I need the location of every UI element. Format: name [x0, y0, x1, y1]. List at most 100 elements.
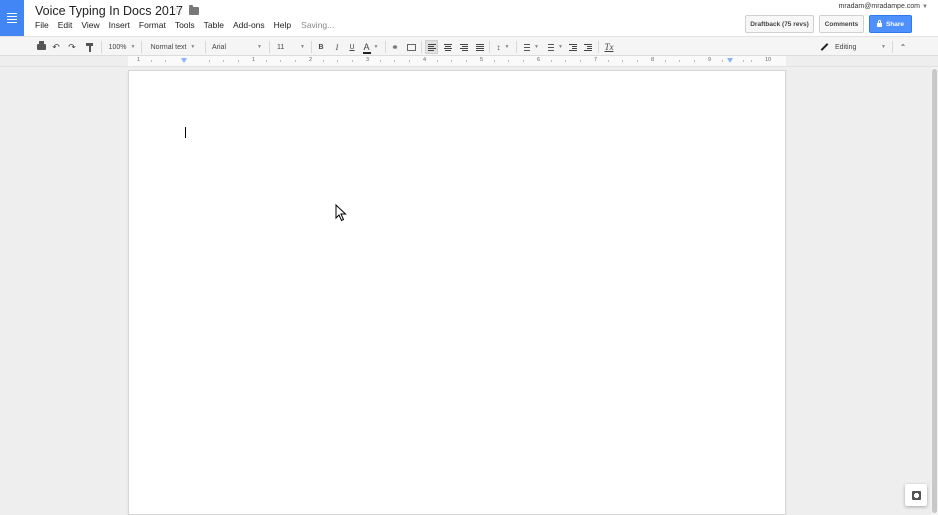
ruler-tick: [743, 60, 744, 62]
ruler-number: 8: [651, 57, 655, 63]
menu-insert[interactable]: Insert: [109, 20, 130, 30]
menu-table[interactable]: Table: [204, 20, 224, 30]
ruler-tick: [565, 60, 566, 62]
style-select[interactable]: Normal text ▼: [145, 40, 201, 54]
bold-button[interactable]: B: [316, 40, 326, 54]
ruler-tick: [451, 60, 452, 62]
text-color-button[interactable]: A ▼: [361, 40, 381, 54]
ruler-tick: [694, 60, 695, 62]
menu-view[interactable]: View: [81, 20, 99, 30]
redo-icon[interactable]: ↷: [67, 40, 77, 54]
explore-icon: [911, 490, 921, 500]
bulleted-list-icon[interactable]: ▼: [543, 40, 565, 54]
chevron-down-icon: ▼: [881, 44, 886, 50]
font-size-select[interactable]: 11 ▼: [273, 40, 309, 54]
menu-addons[interactable]: Add-ons: [233, 20, 265, 30]
ruler-tick: [551, 60, 552, 62]
menu-tools[interactable]: Tools: [175, 20, 195, 30]
docs-logo-icon[interactable]: [0, 0, 24, 36]
toolbar-divider: [205, 41, 206, 53]
decrease-indent-icon[interactable]: [567, 40, 578, 54]
ruler-tick: [637, 60, 638, 62]
right-indent-marker[interactable]: [727, 58, 733, 63]
align-left-icon[interactable]: [425, 40, 438, 54]
toolbar-divider: [892, 41, 893, 53]
left-indent-marker[interactable]: [181, 58, 187, 63]
ruler-tick: [466, 60, 467, 62]
clear-formatting-icon[interactable]: Tx: [602, 40, 616, 54]
share-button[interactable]: Share: [869, 15, 912, 33]
chevron-down-icon: ▼: [504, 44, 510, 50]
chevron-down-icon: ▼: [558, 44, 563, 50]
vertical-scrollbar[interactable]: [931, 67, 938, 515]
increase-indent-icon[interactable]: [582, 40, 593, 54]
zoom-select[interactable]: 100% ▼: [105, 40, 139, 54]
document-page[interactable]: [128, 70, 786, 515]
toolbar-divider: [598, 41, 599, 53]
zoom-value: 100%: [108, 43, 127, 51]
toolbar-divider: [269, 41, 270, 53]
star-icon[interactable]: ☆: [173, 3, 184, 17]
menu-file[interactable]: File: [35, 20, 49, 30]
ruler-tick: [508, 60, 509, 62]
ruler-tick: [151, 60, 152, 62]
ruler-number: 9: [708, 57, 712, 63]
font-size-value: 11: [277, 43, 285, 51]
ruler-tick: [437, 60, 438, 62]
chevron-down-icon: ▼: [257, 44, 262, 50]
pencil-icon: [820, 43, 828, 51]
toolbar-divider: [421, 41, 422, 53]
style-value: Normal text: [150, 43, 187, 51]
align-center-icon[interactable]: [442, 40, 453, 54]
scrollbar-thumb[interactable]: [932, 69, 937, 513]
header: Voice Typing In Docs 2017 ☆ File Edit Vi…: [0, 0, 938, 36]
paint-format-icon[interactable]: [84, 40, 94, 54]
ruler-tick: [394, 60, 395, 62]
ruler-tick: [722, 60, 723, 62]
menu-bar: File Edit View Insert Format Tools Table…: [35, 20, 343, 30]
ruler-tick: [165, 60, 166, 62]
toolbar-divider: [141, 41, 142, 53]
justify-icon[interactable]: [474, 40, 485, 54]
ruler-number: 1: [137, 57, 141, 63]
menu-format[interactable]: Format: [139, 20, 166, 30]
numbered-list-icon[interactable]: ▼: [520, 40, 540, 54]
link-icon[interactable]: ⚭: [389, 40, 401, 54]
toolbar-divider: [385, 41, 386, 53]
font-select[interactable]: Arial ▼: [209, 40, 265, 54]
save-status: Saving...: [301, 20, 335, 30]
ruler-tick: [622, 60, 623, 62]
ruler-tick: [580, 60, 581, 62]
collapse-icon[interactable]: ⌃: [898, 40, 908, 54]
lock-icon: [876, 20, 882, 27]
account-caret-icon[interactable]: ▼: [922, 4, 928, 10]
editing-mode-label: Editing: [835, 43, 857, 51]
italic-button[interactable]: I: [332, 40, 342, 54]
chevron-down-icon: ▼: [300, 44, 305, 50]
ruler-number: 6: [537, 57, 541, 63]
ruler-tick: [494, 60, 495, 62]
ruler-tick: [665, 60, 666, 62]
folder-icon[interactable]: [189, 5, 199, 15]
align-right-icon[interactable]: [458, 40, 469, 54]
comment-icon[interactable]: [406, 40, 417, 54]
editing-mode-select[interactable]: Editing ▼: [818, 40, 888, 54]
comments-button[interactable]: Comments: [819, 15, 864, 33]
menu-edit[interactable]: Edit: [58, 20, 73, 30]
line-spacing-icon[interactable]: ↕ ▼: [493, 40, 513, 54]
toolbar-divider: [311, 41, 312, 53]
ruler-tick: [266, 60, 267, 62]
undo-icon[interactable]: ↶: [51, 40, 61, 54]
document-title[interactable]: Voice Typing In Docs 2017: [35, 4, 183, 18]
menu-help[interactable]: Help: [274, 20, 291, 30]
ruler-tick: [751, 60, 752, 62]
draftback-button[interactable]: Draftback (75 revs): [745, 15, 814, 33]
ruler-tick: [337, 60, 338, 62]
account-email[interactable]: mradam@mradampe.com: [839, 3, 920, 10]
mouse-pointer-icon: [335, 204, 347, 222]
explore-button[interactable]: [905, 484, 927, 506]
ruler-number: 1: [252, 57, 256, 63]
underline-button[interactable]: U: [347, 40, 357, 54]
print-icon[interactable]: [36, 40, 46, 54]
toolbar-divider: [101, 41, 102, 53]
